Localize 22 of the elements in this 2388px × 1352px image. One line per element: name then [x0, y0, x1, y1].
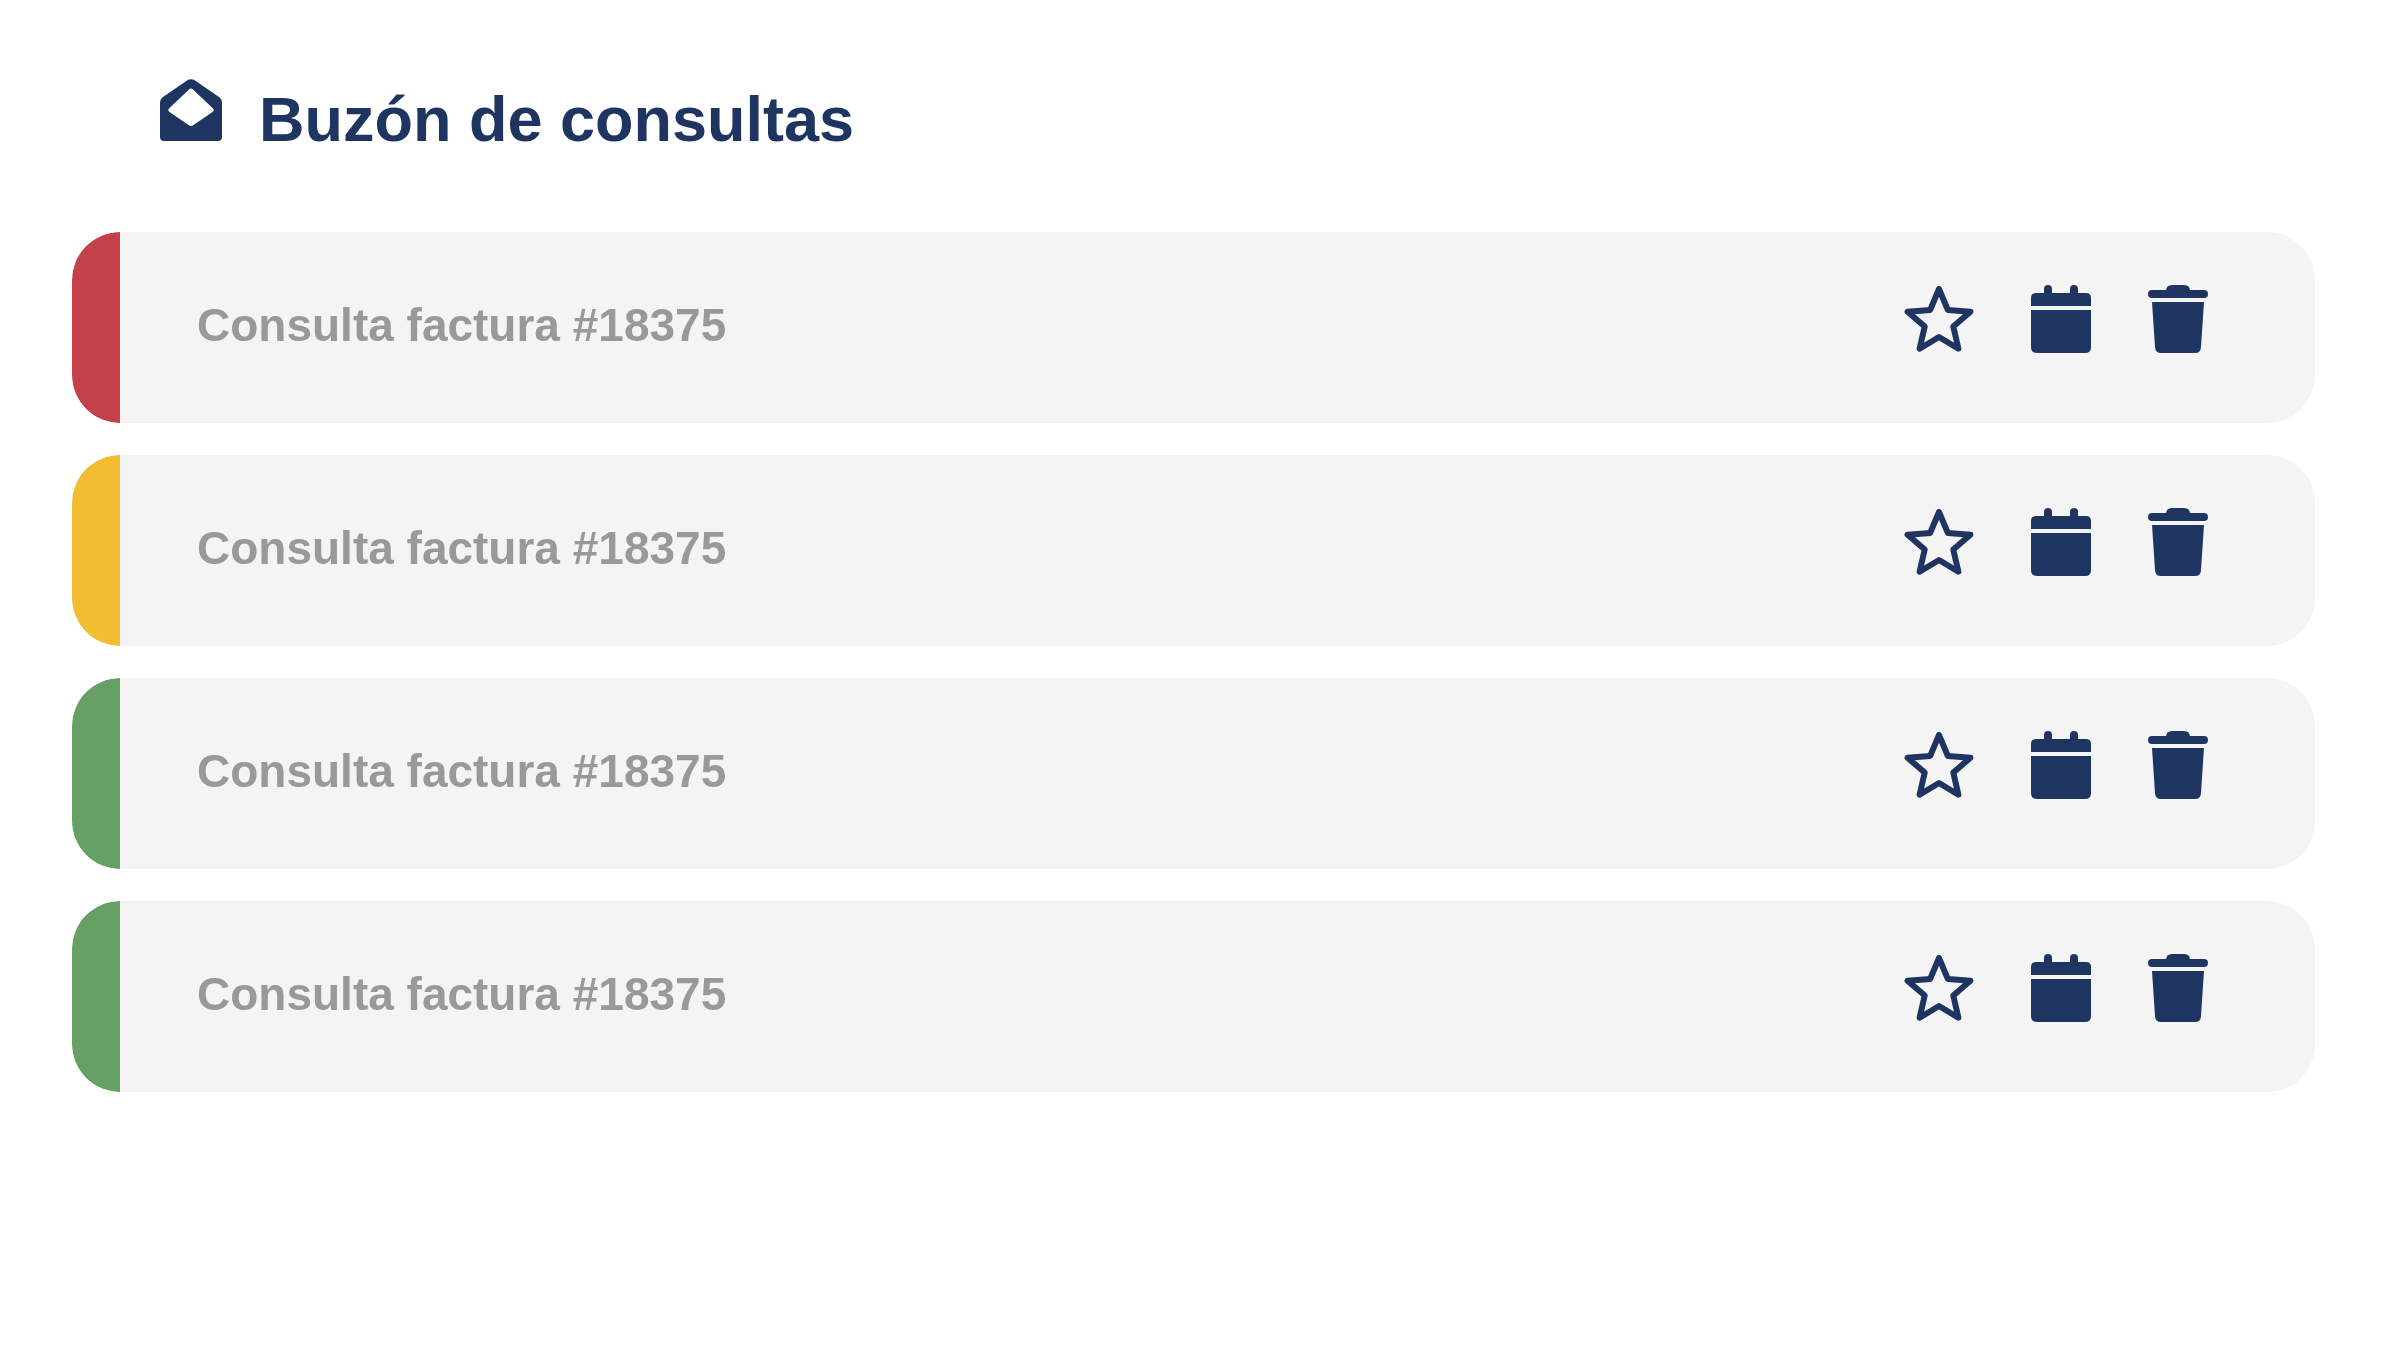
calendar-icon[interactable] — [2031, 730, 2091, 799]
star-icon[interactable] — [1904, 731, 1974, 798]
message-row[interactable]: Consulta factura #18375 — [72, 232, 2315, 423]
calendar-icon[interactable] — [2031, 953, 2091, 1022]
message-row[interactable]: Consulta factura #18375 — [72, 901, 2315, 1092]
message-subject: Consulta factura #18375 — [197, 966, 727, 1021]
calendar-icon[interactable] — [2031, 507, 2091, 576]
trash-icon[interactable] — [2148, 507, 2208, 576]
trash-icon[interactable] — [2148, 953, 2208, 1022]
star-icon[interactable] — [1904, 508, 1974, 575]
star-icon[interactable] — [1904, 954, 1974, 1021]
message-subject: Consulta factura #18375 — [197, 520, 727, 575]
star-icon[interactable] — [1904, 285, 1974, 352]
envelope-icon — [160, 79, 222, 141]
message-subject: Consulta factura #18375 — [197, 743, 727, 798]
trash-icon[interactable] — [2148, 284, 2208, 353]
message-row[interactable]: Consulta factura #18375 — [72, 678, 2315, 869]
page-title: Buzón de consultas — [259, 88, 855, 150]
message-subject: Consulta factura #18375 — [197, 297, 727, 352]
calendar-icon[interactable] — [2031, 284, 2091, 353]
message-row[interactable]: Consulta factura #18375 — [72, 455, 2315, 646]
trash-icon[interactable] — [2148, 730, 2208, 799]
